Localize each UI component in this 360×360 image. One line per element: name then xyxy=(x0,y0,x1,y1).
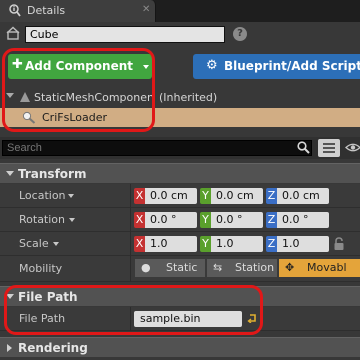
column-divider xyxy=(130,208,131,232)
axis-x-tag: X xyxy=(134,236,145,252)
location-z-value: 0.0 cm xyxy=(277,188,329,204)
tab-details[interactable]: Details ✕ xyxy=(0,0,156,22)
scale-x-field[interactable]: X 1.0 xyxy=(134,236,197,252)
mobility-row: Mobility ● Static ⇆ Station ✥ Movabl xyxy=(0,256,360,282)
location-row: Location X 0.0 cm Y 0.0 cm Z 0.0 cm xyxy=(0,184,360,208)
chevron-down-icon[interactable] xyxy=(53,242,59,246)
add-component-button[interactable]: ✚ Add Component xyxy=(8,54,152,79)
chevron-down-icon[interactable] xyxy=(69,218,75,222)
column-divider xyxy=(130,256,131,282)
scale-x-value: 1.0 xyxy=(145,236,197,252)
rotation-row: Rotation X 0.0 ° Y 0.0 ° Z 0.0 ° xyxy=(0,208,360,232)
transform-category[interactable]: Transform xyxy=(0,163,360,183)
rotation-y-field[interactable]: Y 0.0 ° xyxy=(200,212,263,228)
close-icon[interactable]: ✕ xyxy=(142,4,150,16)
column-divider xyxy=(130,307,131,331)
reset-to-default-icon[interactable] xyxy=(247,313,257,323)
rotation-z-value: 0.0 ° xyxy=(277,212,329,228)
search-bar xyxy=(0,137,360,159)
expand-arrow-icon xyxy=(7,344,12,352)
chevron-down-icon[interactable] xyxy=(68,194,74,198)
actor-icon xyxy=(6,26,20,40)
mobility-label: Mobility xyxy=(19,262,63,275)
gears-icon: ⚙ xyxy=(206,58,218,73)
component-item-staticmesh[interactable]: StaticMeshComponent (Inherited) xyxy=(0,89,360,106)
axis-y-tag: Y xyxy=(200,212,211,228)
collapse-arrow-icon xyxy=(6,294,14,299)
tab-title: Details xyxy=(27,4,66,17)
column-divider xyxy=(130,232,131,256)
rotation-y-value: 0.0 ° xyxy=(211,212,263,228)
eye-icon[interactable] xyxy=(345,141,360,154)
magnifier-info-icon xyxy=(9,4,21,17)
lock-icon[interactable] xyxy=(333,237,345,251)
search-input[interactable] xyxy=(2,140,312,156)
view-options-button[interactable] xyxy=(318,139,340,157)
axis-z-tag: Z xyxy=(266,212,277,228)
mobility-static-button[interactable]: ● Static xyxy=(135,259,205,277)
blueprint-add-script-button[interactable]: ⚙ Blueprint/Add Script xyxy=(193,54,360,79)
mobility-option-label: Movabl xyxy=(307,261,347,274)
mobility-option-label: Static xyxy=(166,261,198,274)
mobility-option-label: Station xyxy=(235,261,275,274)
file-path-input[interactable]: sample.bin xyxy=(134,311,242,327)
axis-y-tag: Y xyxy=(200,236,211,252)
axis-x-tag: X xyxy=(134,188,145,204)
static-mesh-icon xyxy=(20,92,30,102)
stationary-icon: ⇆ xyxy=(213,261,223,274)
inherited-tag: (Inherited) xyxy=(159,91,218,104)
static-icon: ● xyxy=(141,261,151,274)
axis-z-tag: Z xyxy=(266,188,277,204)
chevron-down-icon xyxy=(143,65,149,69)
rotation-z-field[interactable]: Z 0.0 ° xyxy=(266,212,329,228)
help-icon[interactable]: ? xyxy=(233,27,247,41)
search-icon xyxy=(297,141,310,154)
mobility-movable-button[interactable]: ✥ Movabl xyxy=(279,259,360,277)
component-label: StaticMeshComponent xyxy=(34,91,152,104)
axis-x-tag: X xyxy=(134,212,145,228)
location-y-field[interactable]: Y 0.0 cm xyxy=(200,188,263,204)
category-title: File Path xyxy=(18,290,78,304)
tab-bar: Details ✕ xyxy=(0,0,360,22)
scale-y-value: 1.0 xyxy=(211,236,263,252)
axis-y-tag: Y xyxy=(200,188,211,204)
actor-name-field[interactable]: Cube xyxy=(25,26,225,43)
mobility-station-button[interactable]: ⇆ Station xyxy=(207,259,277,277)
category-title: Transform xyxy=(18,167,87,181)
scale-z-field[interactable]: Z 1.0 xyxy=(266,236,329,252)
file-path-label: File Path xyxy=(19,312,66,325)
location-z-field[interactable]: Z 0.0 cm xyxy=(266,188,329,204)
expand-arrow-icon[interactable] xyxy=(6,93,14,98)
file-path-category[interactable]: File Path xyxy=(0,286,360,306)
rendering-category[interactable]: Rendering xyxy=(0,337,360,357)
plus-icon: ✚ xyxy=(12,57,23,72)
location-y-value: 0.0 cm xyxy=(211,188,263,204)
scale-z-value: 1.0 xyxy=(277,236,329,252)
blueprint-label: Blueprint/Add Script xyxy=(224,59,360,73)
location-label: Location xyxy=(19,189,66,202)
axis-z-tag: Z xyxy=(266,236,277,252)
component-item-crifsloader[interactable]: CriFsLoader xyxy=(0,108,360,127)
location-x-value: 0.0 cm xyxy=(145,188,197,204)
file-path-row: File Path sample.bin xyxy=(0,307,360,331)
rotation-x-value: 0.0 ° xyxy=(145,212,197,228)
scale-row: Scale X 1.0 Y 1.0 Z 1.0 xyxy=(0,232,360,256)
collapse-arrow-icon xyxy=(6,171,14,176)
component-label: CriFsLoader xyxy=(42,111,107,124)
scale-y-field[interactable]: Y 1.0 xyxy=(200,236,263,252)
category-title: Rendering xyxy=(18,341,88,355)
movable-icon: ✥ xyxy=(285,261,295,274)
scale-label: Scale xyxy=(19,237,49,250)
location-x-field[interactable]: X 0.0 cm xyxy=(134,188,197,204)
rotation-label: Rotation xyxy=(19,213,66,226)
list-view-icon xyxy=(323,143,335,153)
component-node-icon xyxy=(22,111,36,124)
column-divider xyxy=(130,184,131,208)
rotation-x-field[interactable]: X 0.0 ° xyxy=(134,212,197,228)
add-component-label: Add Component xyxy=(25,59,133,73)
